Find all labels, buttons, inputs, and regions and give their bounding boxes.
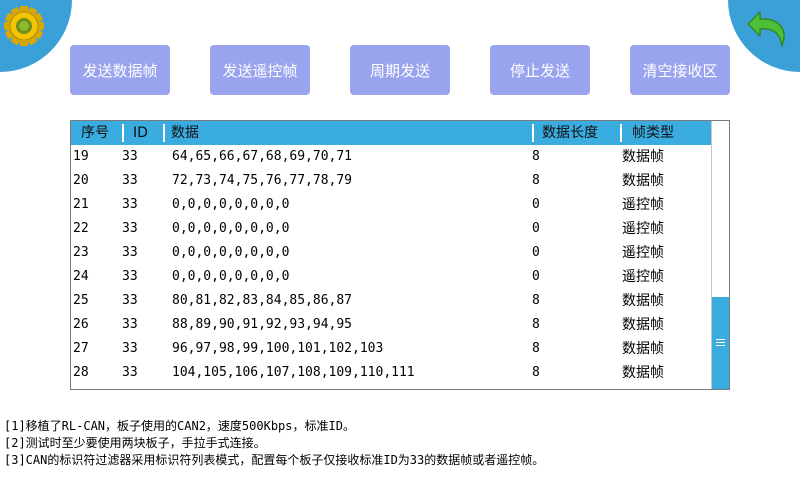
cell-data: 80,81,82,83,84,85,86,87 — [172, 293, 353, 308]
send-data-frame-button[interactable]: 发送数据帧 — [70, 45, 170, 95]
cell-id: 33 — [122, 293, 138, 308]
table-row[interactable]: 21 33 0,0,0,0,0,0,0,0 0 遥控帧 — [71, 193, 712, 217]
scroll-grip-line — [716, 345, 725, 346]
cell-data: 0,0,0,0,0,0,0,0 — [172, 197, 290, 212]
cell-id: 33 — [122, 365, 138, 380]
header-data: 数据 — [171, 125, 199, 141]
cell-seq: 28 — [73, 365, 89, 380]
cell-type: 数据帧 — [622, 149, 664, 165]
cell-length: 8 — [532, 317, 540, 332]
table-header: 序号 ID 数据 数据长度 帧类型 — [71, 121, 712, 145]
header-divider — [163, 124, 165, 142]
cell-length: 0 — [532, 221, 540, 236]
cell-seq: 20 — [73, 173, 89, 188]
gear-icon — [4, 6, 44, 46]
header-divider — [532, 124, 534, 142]
cell-id: 33 — [122, 317, 138, 332]
cell-data: 104,105,106,107,108,109,110,111 — [172, 365, 415, 380]
cell-type: 数据帧 — [622, 317, 664, 333]
settings-button[interactable] — [2, 4, 46, 48]
cell-length: 0 — [532, 269, 540, 284]
cell-seq: 19 — [73, 149, 89, 164]
back-arrow-icon — [747, 11, 785, 47]
cell-length: 8 — [532, 173, 540, 188]
table-row[interactable]: 19 33 64,65,66,67,68,69,70,71 8 数据帧 — [71, 145, 712, 169]
cell-length: 8 — [532, 293, 540, 308]
cell-data: 0,0,0,0,0,0,0,0 — [172, 221, 290, 236]
header-seq: 序号 — [81, 125, 109, 141]
cell-data: 0,0,0,0,0,0,0,0 — [172, 269, 290, 284]
table-row[interactable]: 24 33 0,0,0,0,0,0,0,0 0 遥控帧 — [71, 265, 712, 289]
cell-type: 遥控帧 — [622, 245, 664, 261]
table-row[interactable]: 26 33 88,89,90,91,92,93,94,95 8 数据帧 — [71, 313, 712, 337]
header-divider — [122, 124, 124, 142]
cell-length: 8 — [532, 365, 540, 380]
header-length: 数据长度 — [542, 125, 598, 141]
cell-length: 8 — [532, 341, 540, 356]
note-line: [2]测试时至少要使用两块板子，手拉手式连接。 — [4, 436, 266, 450]
table-row[interactable]: 22 33 0,0,0,0,0,0,0,0 0 遥控帧 — [71, 217, 712, 241]
cell-length: 0 — [532, 245, 540, 260]
cell-data: 72,73,74,75,76,77,78,79 — [172, 173, 353, 188]
receive-table: 序号 ID 数据 数据长度 帧类型 19 33 64,65,66,67,68,69,… — [70, 120, 730, 390]
cell-type: 遥控帧 — [622, 269, 664, 285]
cell-seq: 24 — [73, 269, 89, 284]
cell-id: 33 — [122, 341, 138, 356]
vertical-scrollbar[interactable] — [711, 121, 729, 389]
cell-id: 33 — [122, 197, 138, 212]
table-row[interactable]: 28 33 104,105,106,107,108,109,110,111 8 数据帧 — [71, 361, 712, 385]
clear-receive-button[interactable]: 清空接收区 — [630, 45, 730, 95]
cell-id: 33 — [122, 221, 138, 236]
scroll-thumb[interactable] — [712, 297, 729, 389]
header-id: ID — [133, 125, 148, 141]
cell-type: 数据帧 — [622, 173, 664, 189]
table-row[interactable]: 27 33 96,97,98,99,100,101,102,103 8 数据帧 — [71, 337, 712, 361]
cell-length: 0 — [532, 197, 540, 212]
cell-id: 33 — [122, 245, 138, 260]
cell-data: 0,0,0,0,0,0,0,0 — [172, 245, 290, 260]
cell-seq: 25 — [73, 293, 89, 308]
stop-send-button[interactable]: 停止发送 — [490, 45, 590, 95]
header-divider — [620, 124, 622, 142]
note-line: [1]移植了RL-CAN，板子使用的CAN2，速度500Kbps，标准ID。 — [4, 419, 355, 433]
cell-data: 88,89,90,91,92,93,94,95 — [172, 317, 353, 332]
back-button[interactable] — [744, 4, 796, 56]
table-row[interactable]: 20 33 72,73,74,75,76,77,78,79 8 数据帧 — [71, 169, 712, 193]
table-row[interactable]: 23 33 0,0,0,0,0,0,0,0 0 遥控帧 — [71, 241, 712, 265]
table-row[interactable]: 25 33 80,81,82,83,84,85,86,87 8 数据帧 — [71, 289, 712, 313]
cell-seq: 21 — [73, 197, 89, 212]
header-type: 帧类型 — [632, 125, 674, 141]
notes-panel: [1]移植了RL-CAN，板子使用的CAN2，速度500Kbps，标准ID。 [… — [4, 418, 794, 469]
cell-seq: 22 — [73, 221, 89, 236]
table-body: 19 33 64,65,66,67,68,69,70,71 8 数据帧 20 33 72,7… — [71, 145, 712, 385]
scroll-grip-line — [716, 339, 725, 340]
cell-data: 64,65,66,67,68,69,70,71 — [172, 149, 353, 164]
cell-id: 33 — [122, 149, 138, 164]
cell-id: 33 — [122, 173, 138, 188]
cell-seq: 26 — [73, 317, 89, 332]
cell-type: 数据帧 — [622, 341, 664, 357]
cell-seq: 23 — [73, 245, 89, 260]
cell-id: 33 — [122, 269, 138, 284]
scroll-grip-line — [716, 342, 725, 343]
cell-seq: 27 — [73, 341, 89, 356]
send-remote-frame-button[interactable]: 发送遥控帧 — [210, 45, 310, 95]
periodic-send-button[interactable]: 周期发送 — [350, 45, 450, 95]
note-line: [3]CAN的标识符过滤器采用标识符列表模式，配置每个板子仅接收标准ID为33的… — [4, 453, 545, 467]
cell-type: 数据帧 — [622, 293, 664, 309]
cell-type: 遥控帧 — [622, 221, 664, 237]
cell-type: 数据帧 — [622, 365, 664, 381]
cell-type: 遥控帧 — [622, 197, 664, 213]
cell-length: 8 — [532, 149, 540, 164]
cell-data: 96,97,98,99,100,101,102,103 — [172, 341, 384, 356]
